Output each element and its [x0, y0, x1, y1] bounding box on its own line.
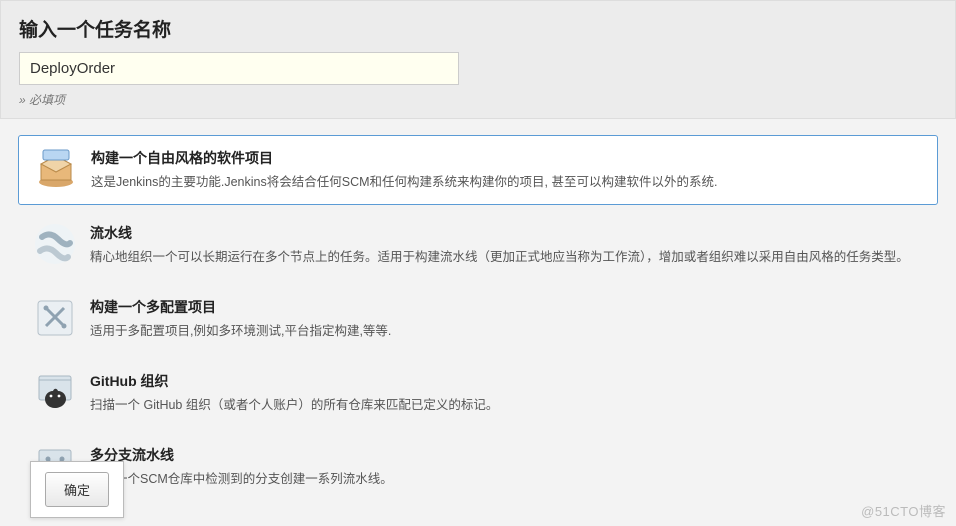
- job-type-multibranch[interactable]: 多分支流水线 根据一个SCM仓库中检测到的分支创建一系列流水线。: [18, 433, 938, 501]
- page-title: 输入一个任务名称: [19, 15, 937, 42]
- job-type-freestyle[interactable]: 构建一个自由风格的软件项目 这是Jenkins的主要功能.Jenkins将会结合…: [18, 135, 938, 205]
- job-type-desc: 扫描一个 GitHub 组织（或者个人账户）的所有仓库来匹配已定义的标记。: [90, 395, 922, 415]
- github-icon: [34, 371, 76, 413]
- job-type-title: 构建一个自由风格的软件项目: [91, 148, 921, 168]
- name-input-section: 输入一个任务名称 » 必填项: [0, 0, 956, 119]
- job-type-desc: 根据一个SCM仓库中检测到的分支创建一系列流水线。: [90, 469, 922, 489]
- ok-button[interactable]: 确定: [45, 472, 109, 507]
- job-type-title: 多分支流水线: [90, 445, 922, 465]
- job-type-desc: 精心地组织一个可以长期运行在多个节点上的任务。适用于构建流水线（更加正式地应当称…: [90, 247, 922, 267]
- job-type-pipeline[interactable]: 流水线 精心地组织一个可以长期运行在多个节点上的任务。适用于构建流水线（更加正式…: [18, 211, 938, 279]
- job-type-github-org[interactable]: GitHub 组织 扫描一个 GitHub 组织（或者个人账户）的所有仓库来匹配…: [18, 359, 938, 427]
- job-type-title: GitHub 组织: [90, 371, 922, 391]
- freestyle-icon: [35, 148, 77, 190]
- job-type-title: 构建一个多配置项目: [90, 297, 922, 317]
- watermark-text: @51CTO博客: [861, 501, 946, 520]
- item-name-input[interactable]: [19, 52, 459, 85]
- job-type-desc: 适用于多配置项目,例如多环境测试,平台指定构建,等等.: [90, 321, 922, 341]
- multiconfig-icon: [34, 297, 76, 339]
- job-type-title: 流水线: [90, 223, 922, 243]
- job-type-list: 构建一个自由风格的软件项目 这是Jenkins的主要功能.Jenkins将会结合…: [0, 119, 956, 523]
- pipeline-icon: [34, 223, 76, 265]
- action-bar: 确定: [30, 461, 124, 518]
- job-type-multiconfig[interactable]: 构建一个多配置项目 适用于多配置项目,例如多环境测试,平台指定构建,等等.: [18, 285, 938, 353]
- job-type-desc: 这是Jenkins的主要功能.Jenkins将会结合任何SCM和任何构建系统来构…: [91, 172, 921, 192]
- required-label: » 必填项: [19, 91, 937, 108]
